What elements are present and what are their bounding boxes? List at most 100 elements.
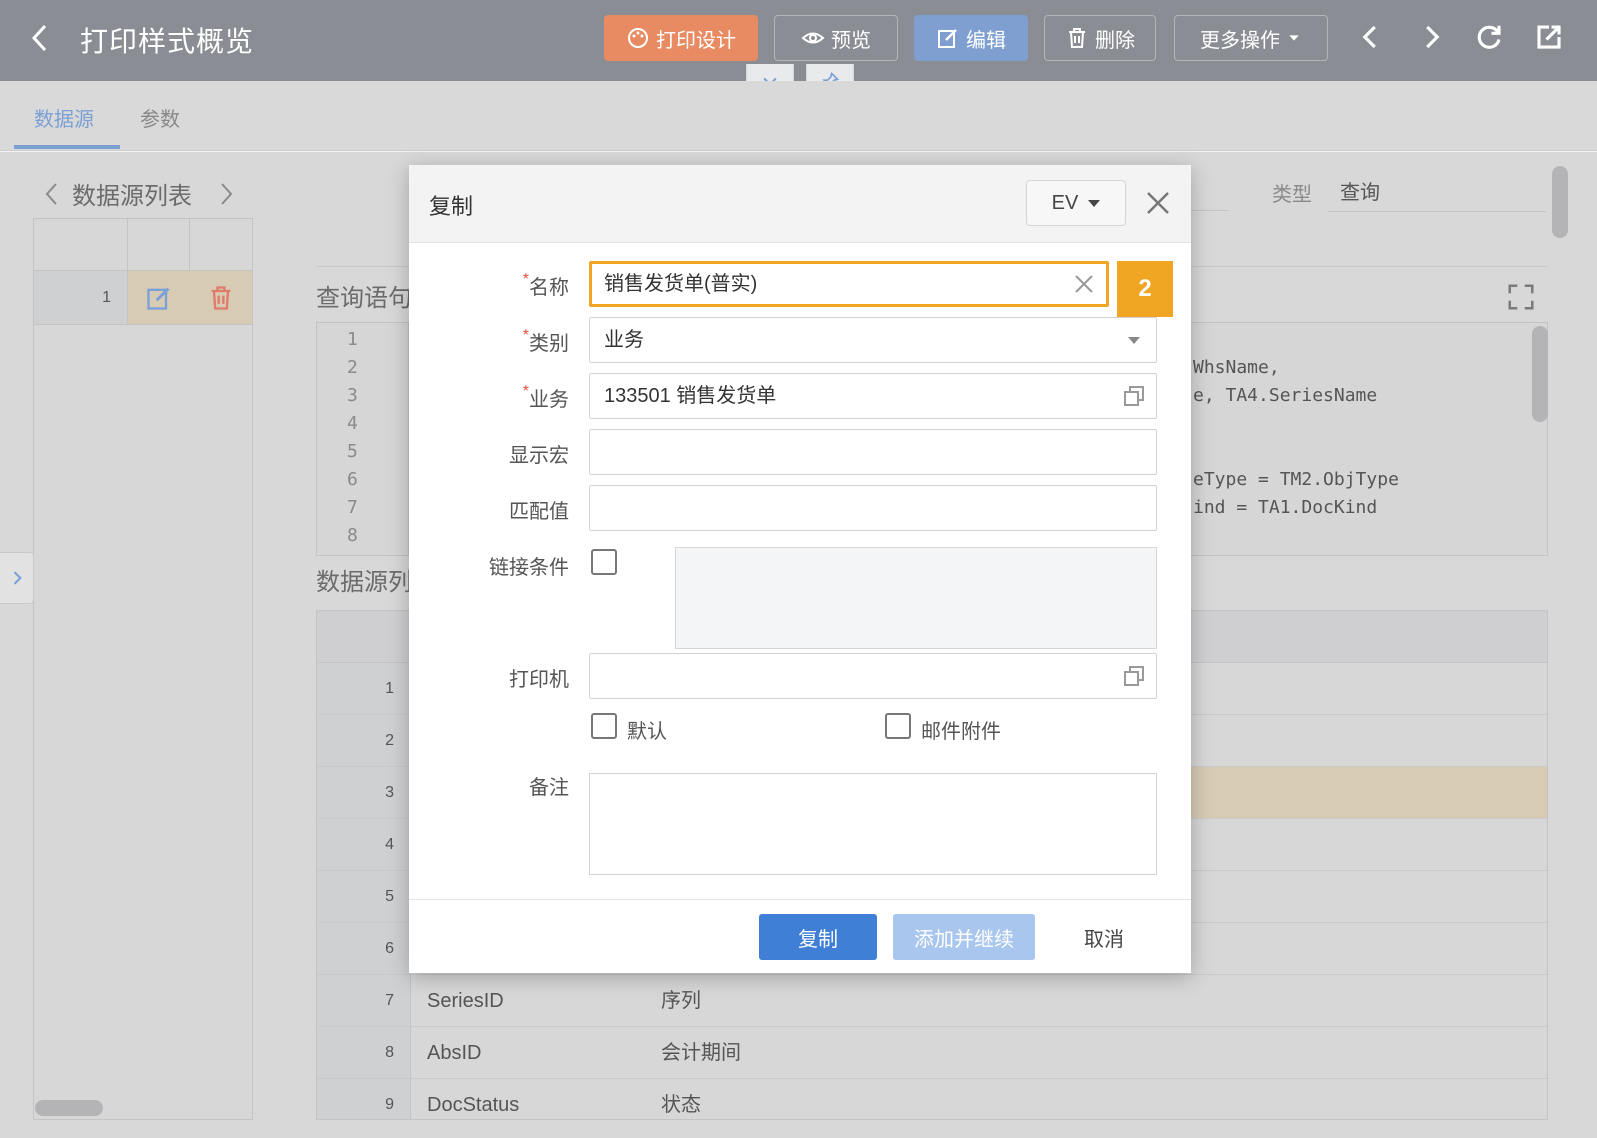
line-number: 1 — [347, 329, 358, 350]
chevron-left-icon[interactable] — [42, 181, 62, 207]
horizontal-scrollbar[interactable] — [35, 1100, 103, 1116]
row-number: 5 — [317, 871, 411, 922]
more-actions-button[interactable]: 更多操作 — [1174, 15, 1328, 61]
category-value: 业务 — [604, 329, 644, 351]
display-macro-input[interactable] — [589, 429, 1157, 475]
edit-icon[interactable] — [145, 284, 173, 312]
edit-label: 编辑 — [966, 29, 1006, 52]
eye-icon — [801, 32, 825, 44]
row-number: 8 — [317, 1027, 411, 1078]
trash-icon[interactable] — [207, 284, 235, 312]
name-value: 销售发货单(普实) — [604, 273, 758, 295]
list-header — [34, 219, 252, 271]
field-underline — [1188, 210, 1228, 211]
row-number: 3 — [317, 767, 411, 818]
side-panel-toggle[interactable] — [0, 552, 34, 604]
fullscreen-icon[interactable] — [1506, 282, 1536, 312]
language-value: EV — [1051, 191, 1079, 214]
palette-icon — [628, 28, 648, 48]
prev-record-icon[interactable] — [1356, 22, 1388, 56]
code-line: e, TA4.SeriesName — [1193, 385, 1378, 406]
table-row[interactable]: 8 AbsID 会计期间 — [317, 1027, 1547, 1079]
field-name-cell: SeriesID — [427, 990, 504, 1012]
match-value-input[interactable] — [589, 485, 1157, 531]
dialog-footer: 复制 添加并继续 取消 — [409, 899, 1191, 973]
default-label: 默认 — [627, 721, 667, 743]
next-record-icon[interactable] — [1416, 22, 1448, 56]
edit-button[interactable]: 编辑 — [914, 15, 1028, 61]
line-number: 5 — [347, 441, 358, 462]
clear-icon[interactable] — [1072, 272, 1096, 296]
default-checkbox[interactable] — [591, 713, 617, 739]
page-title: 打印样式概览 — [80, 26, 255, 57]
table-row[interactable]: 9 DocStatus 状态 — [317, 1079, 1547, 1119]
line-number: 8 — [347, 525, 358, 546]
field-desc-cell: 序列 — [661, 990, 701, 1012]
lookup-icon[interactable] — [1122, 664, 1146, 688]
code-line: WhsName, — [1193, 357, 1280, 378]
row-number: 4 — [317, 819, 411, 870]
field-name-cell: AbsID — [427, 1042, 482, 1064]
field-desc-cell: 会计期间 — [661, 1042, 741, 1064]
caret-down-icon — [1088, 199, 1101, 207]
preview-button[interactable]: 预览 — [774, 15, 898, 61]
caret-down-icon — [1128, 337, 1140, 344]
copy-button[interactable]: 复制 — [759, 914, 877, 960]
datasource-list-panel: 1 — [33, 218, 253, 1120]
step-badge: 2 — [1117, 261, 1173, 317]
delete-button[interactable]: 删除 — [1044, 15, 1156, 61]
name-input[interactable]: 销售发货单(普实) — [589, 261, 1109, 307]
link-condition-checkbox[interactable] — [591, 549, 617, 575]
line-gutter — [317, 323, 409, 555]
mail-attachment-label: 邮件附件 — [921, 721, 1001, 743]
cancel-button[interactable]: 取消 — [1059, 914, 1149, 960]
line-number: 6 — [347, 469, 358, 490]
printer-label: 打印机 — [509, 669, 569, 691]
print-design-button[interactable]: 打印设计 — [604, 15, 758, 61]
close-icon[interactable] — [1143, 188, 1173, 218]
caret-down-icon — [1289, 35, 1299, 41]
business-label: *业务 — [522, 383, 569, 411]
code-line: ind = TA1.DocKind — [1193, 497, 1378, 518]
type-value[interactable]: 查询 — [1328, 176, 1546, 212]
chevron-right-icon[interactable] — [216, 181, 236, 207]
business-value: 133501 销售发货单 — [604, 385, 777, 407]
tab-datasource[interactable]: 数据源 — [34, 103, 94, 132]
editor-scrollbar[interactable] — [1532, 326, 1548, 422]
page-scrollbar[interactable] — [1552, 166, 1568, 238]
printer-input[interactable] — [589, 653, 1157, 699]
field-desc-cell: 状态 — [661, 1094, 701, 1116]
language-select[interactable]: EV — [1026, 180, 1126, 226]
edit-icon — [938, 29, 957, 48]
category-select[interactable]: 业务 — [589, 317, 1157, 363]
left-panel-header: 数据源列表 — [42, 176, 236, 211]
back-icon[interactable] — [28, 22, 56, 58]
delete-label: 删除 — [1095, 29, 1135, 52]
row-number: 1 — [34, 271, 128, 324]
table-row[interactable]: 7 SeriesID 序列 — [317, 975, 1547, 1027]
dialog-header: 复制 EV — [409, 165, 1191, 243]
top-bar: 打印样式概览 打印设计 预览 编辑 删除 更多操作 — [0, 0, 1597, 81]
more-actions-label: 更多操作 — [1200, 29, 1280, 52]
add-and-continue-button[interactable]: 添加并继续 — [893, 914, 1035, 960]
query-section-title: 查询语句 — [316, 285, 412, 312]
field-name-cell: DocStatus — [427, 1094, 520, 1116]
remark-textarea[interactable] — [589, 773, 1157, 875]
lookup-icon[interactable] — [1122, 384, 1146, 408]
left-panel-title: 数据源列表 — [72, 183, 192, 210]
open-external-icon[interactable] — [1534, 22, 1566, 56]
refresh-icon[interactable] — [1474, 22, 1506, 56]
mail-attachment-checkbox[interactable] — [885, 713, 911, 739]
row-number: 1 — [317, 663, 411, 714]
row-number: 2 — [317, 715, 411, 766]
chevron-right-icon — [13, 571, 22, 585]
copy-dialog: 复制 EV *名称 销售发货单(普实) 2 *类别 业务 *业务 133501 … — [409, 165, 1191, 973]
tab-params[interactable]: 参数 — [140, 103, 180, 132]
business-input[interactable]: 133501 销售发货单 — [589, 373, 1157, 419]
link-condition-label: 链接条件 — [489, 557, 569, 579]
sub-tabs: 数据源 参数 — [0, 81, 1597, 151]
dialog-title: 复制 — [429, 194, 474, 219]
row-number: 6 — [317, 923, 411, 974]
display-macro-label: 显示宏 — [509, 445, 569, 467]
list-item[interactable]: 1 — [34, 271, 252, 325]
